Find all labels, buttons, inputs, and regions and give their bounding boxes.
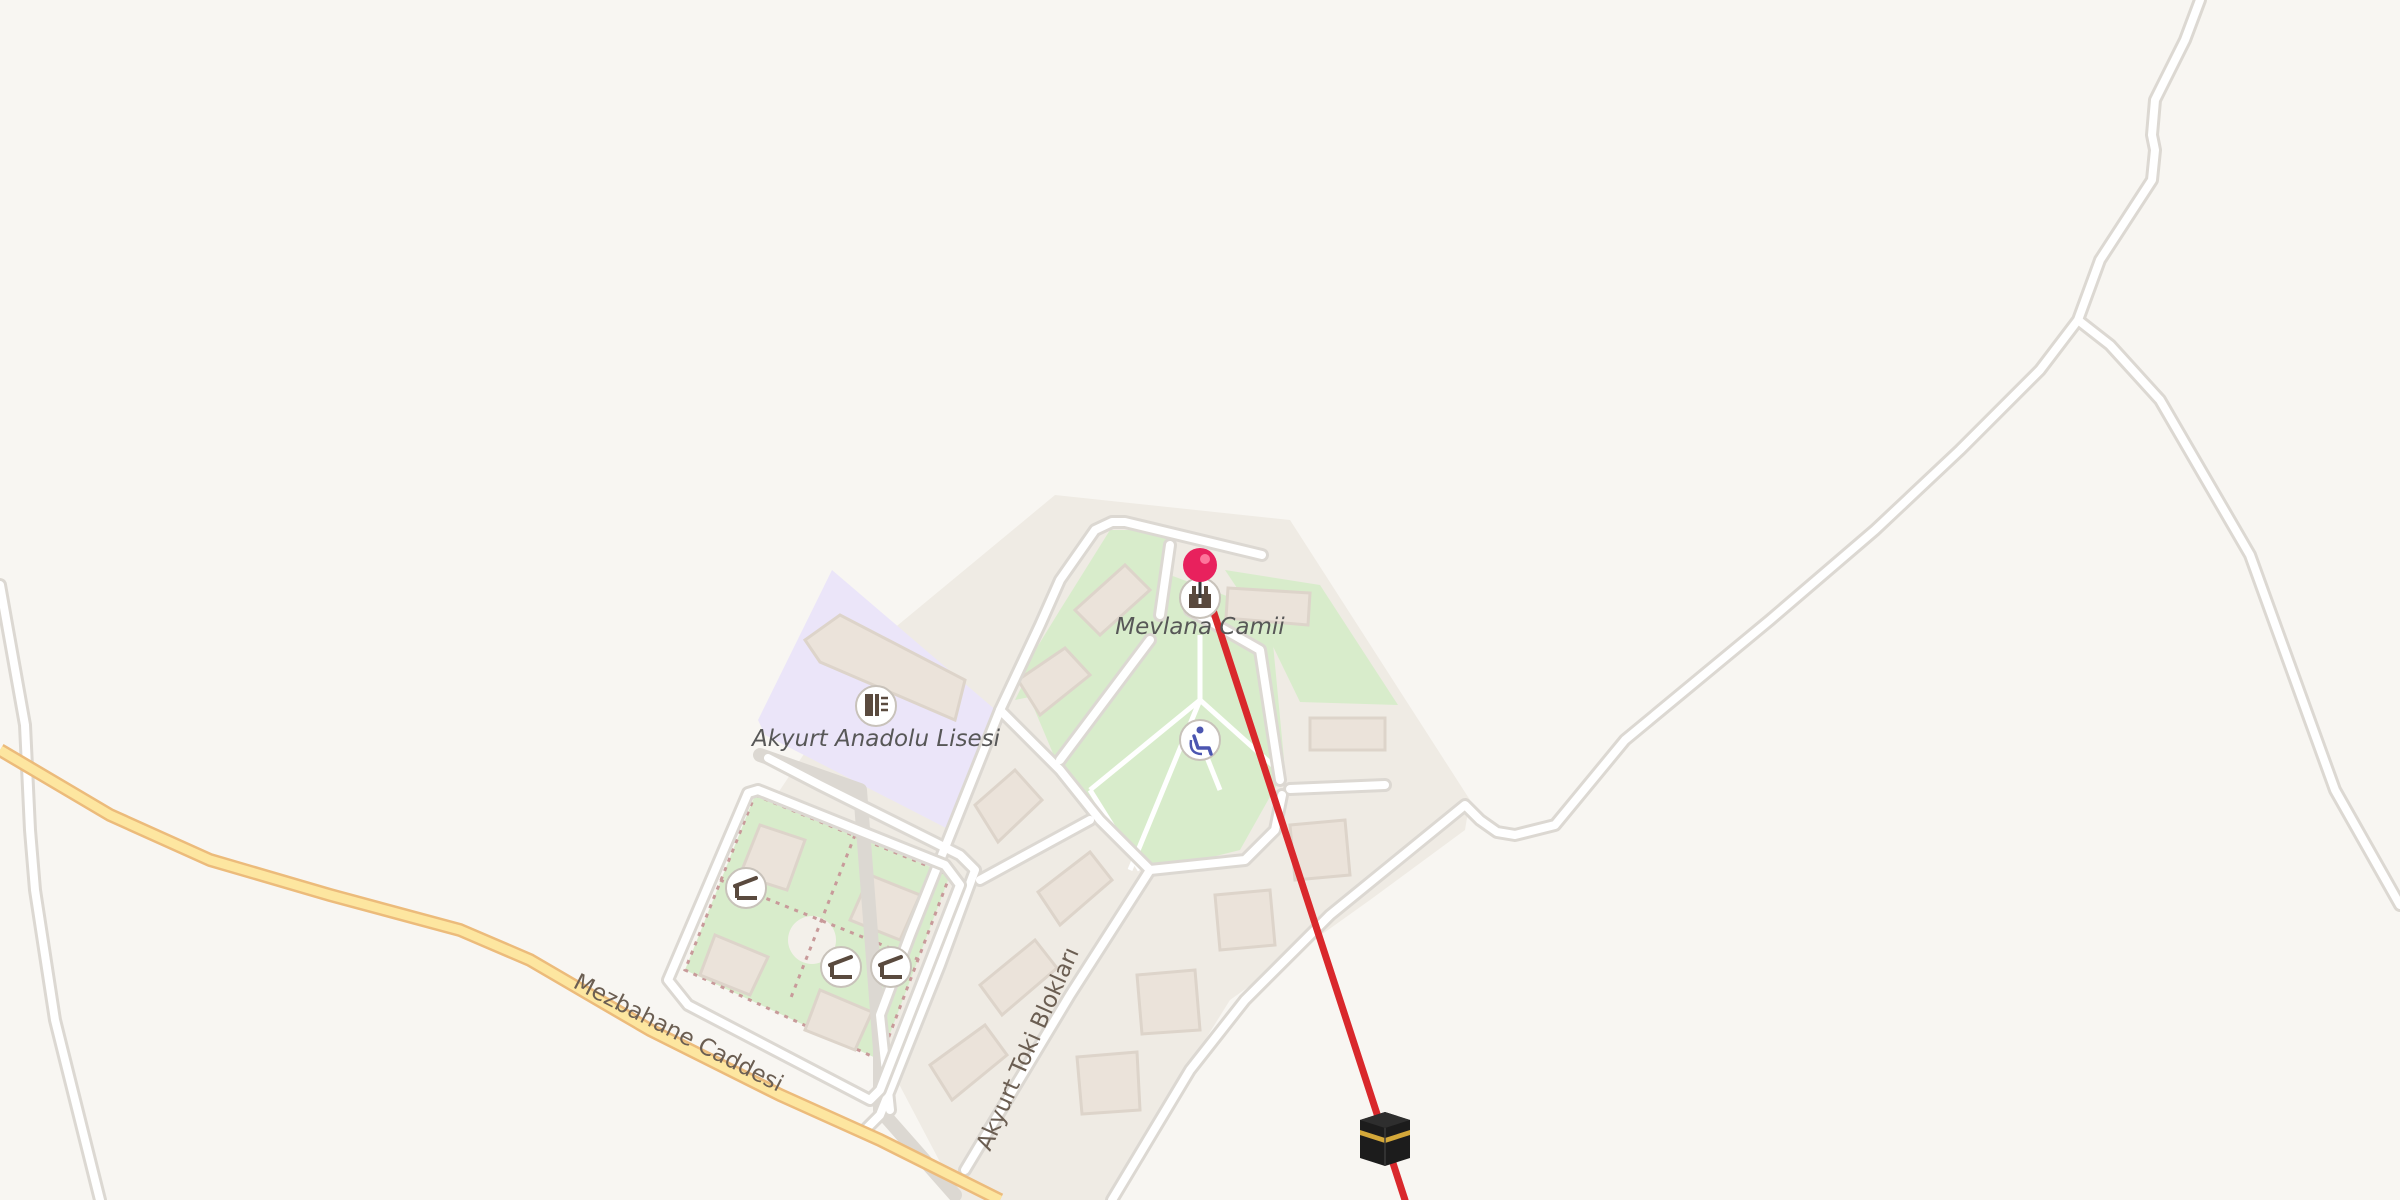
poi-label-akyurt-anadolu-lisesi[interactable]: Akyurt Anadolu Lisesi [750, 726, 1001, 752]
kaaba-icon[interactable] [1360, 1112, 1410, 1166]
shelter-icon[interactable] [820, 946, 862, 988]
building [1135, 968, 1202, 1036]
person-sitting-icon[interactable] [1179, 719, 1221, 761]
building [1308, 716, 1387, 752]
school-icon[interactable] [855, 685, 897, 727]
shelter-icon[interactable] [870, 946, 912, 988]
building [1213, 888, 1277, 952]
building [1075, 1050, 1142, 1116]
shelter-icon[interactable] [725, 867, 767, 909]
map-canvas[interactable]: Mezbahane Caddesi Akyurt Toki Blokları M… [0, 0, 2400, 1200]
